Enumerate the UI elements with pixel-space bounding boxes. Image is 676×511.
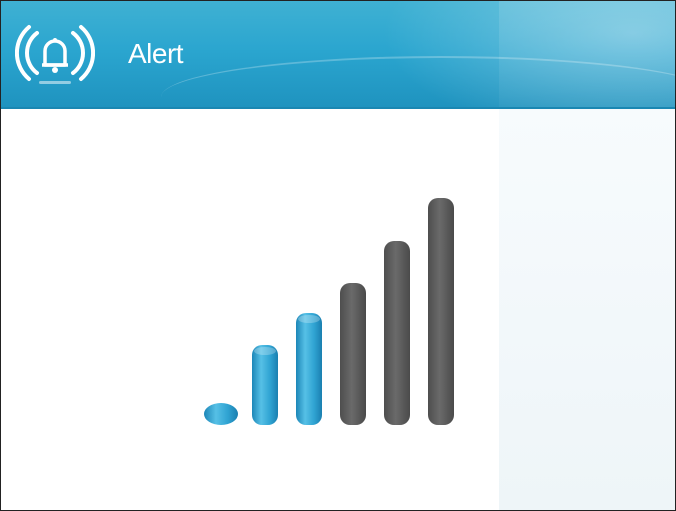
signal-bar-highlight xyxy=(298,315,320,323)
signal-bar-inactive xyxy=(340,283,366,425)
signal-bar-inactive xyxy=(384,241,410,425)
signal-bar-inactive xyxy=(428,198,454,425)
signal-bar-active xyxy=(204,403,238,425)
signal-strength-icon xyxy=(204,198,454,425)
header-side-panel xyxy=(499,1,675,107)
signal-bar-active xyxy=(296,313,322,425)
signal-bars xyxy=(204,198,454,425)
header-bar: Alert xyxy=(1,1,675,109)
page-title: Alert xyxy=(128,38,184,69)
alarm-bell-icon xyxy=(15,25,95,84)
content-side-fade xyxy=(499,109,675,510)
signal-bar-highlight xyxy=(254,347,276,355)
alert-window: Alert xyxy=(0,0,676,511)
content-area xyxy=(1,109,675,510)
signal-bar-active xyxy=(252,345,278,425)
